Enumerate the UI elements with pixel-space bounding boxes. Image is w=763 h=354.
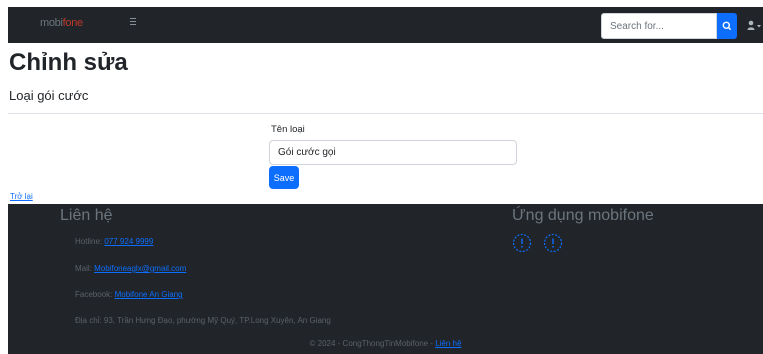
type-name-label: Tên loại [271, 124, 305, 135]
app-icon[interactable] [512, 233, 532, 253]
facebook-link[interactable]: Mobifone An Giang [115, 290, 183, 299]
caret-down-icon [757, 25, 761, 28]
search-button[interactable] [717, 13, 737, 39]
mail-link[interactable]: Mobifoneaglx@gmail.com [94, 264, 186, 273]
app-icon[interactable] [543, 233, 563, 253]
page-title: Chỉnh sửa [9, 49, 128, 76]
page-subtitle: Loại gói cước [9, 88, 89, 103]
user-menu[interactable] [746, 19, 763, 33]
apps-heading: Ứng dụng mobifone [512, 207, 654, 224]
hamburger-icon[interactable] [127, 15, 141, 29]
facebook-line: Facebook: Mobifone An Giang [75, 290, 183, 299]
back-link[interactable]: Trở lại [10, 192, 33, 201]
facebook-label: Facebook: [75, 290, 115, 299]
hotline-line: Hotline: 077 924 9999 [75, 237, 153, 246]
footer: Liên hệ Hotline: 077 924 9999 Mail: Mobi… [8, 204, 763, 354]
copyright-text: © 2024 - CongThongTinMobifone - [309, 339, 436, 348]
search-icon [722, 21, 732, 31]
contact-heading: Liên hệ [60, 207, 113, 224]
copyright-contact-link[interactable]: Liên hệ [435, 339, 461, 348]
brand-logo-text-part1: mobi [40, 17, 63, 29]
save-button[interactable]: Save [269, 166, 299, 189]
address-text: Địa chỉ: 93, Trần Hưng Đạo, phường Mỹ Qu… [75, 316, 331, 325]
mail-label: Mail: [75, 264, 95, 273]
type-name-input[interactable] [269, 140, 517, 165]
hotline-link[interactable]: 077 924 9999 [104, 237, 153, 246]
top-navbar: mobifone [8, 7, 763, 43]
divider [8, 113, 763, 114]
brand-logo[interactable]: mobifone [40, 17, 83, 29]
brand-logo-text-part2: fone [62, 17, 84, 29]
copyright: © 2024 - CongThongTinMobifone - Liên hệ [8, 339, 763, 348]
search-input[interactable] [601, 13, 717, 39]
mail-line: Mail: Mobifoneaglx@gmail.com [75, 264, 186, 273]
hotline-label: Hotline: [75, 237, 105, 246]
